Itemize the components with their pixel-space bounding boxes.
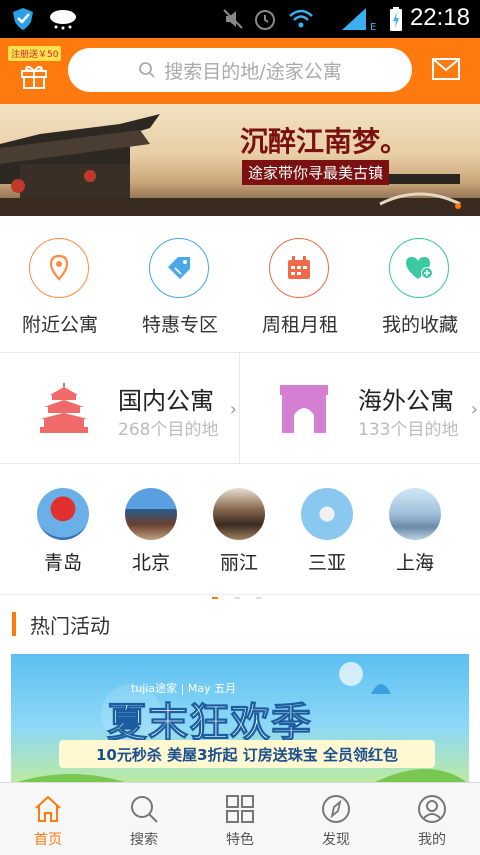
- quick-link-label: 我的收藏: [381, 314, 458, 336]
- tab-profile[interactable]: 我的: [384, 783, 480, 855]
- tab-label: 特色: [226, 832, 254, 848]
- domestic-apartments-card[interactable]: 国内公寓 268个目的地 ›: [0, 353, 240, 463]
- city-thumbnail: [389, 488, 441, 540]
- mail-icon[interactable]: [432, 58, 460, 80]
- hot-activities-section: 热门活动: [0, 594, 480, 654]
- quick-link-label: 周租月租: [261, 314, 338, 336]
- city-item-qingdao[interactable]: 青岛: [19, 488, 107, 575]
- tab-discover[interactable]: 发现: [288, 783, 384, 855]
- gift-icon: [21, 65, 47, 89]
- quick-link-nearby[interactable]: 附近公寓: [0, 216, 120, 352]
- tab-featured[interactable]: 特色: [192, 783, 288, 855]
- promo-banner[interactable]: 沉醉江南梦。 途家带你寻最美古镇: [0, 104, 480, 216]
- city-item-lijiang[interactable]: 丽江: [195, 488, 283, 575]
- quick-link-weekly-monthly[interactable]: 周租月租: [240, 216, 360, 352]
- tab-home[interactable]: 首页: [0, 783, 96, 855]
- battery-icon: [390, 7, 402, 31]
- region-title: 国内公寓: [118, 387, 214, 415]
- quick-links: 附近公寓 特惠专区 周租月租 我的收藏: [0, 216, 480, 353]
- city-label: 青岛: [43, 552, 82, 574]
- tab-label: 首页: [34, 832, 62, 848]
- tab-label: 我的: [418, 832, 446, 848]
- tab-search[interactable]: 搜索: [96, 783, 192, 855]
- quick-link-label: 附近公寓: [21, 314, 98, 336]
- arc-de-triomphe-icon: [280, 385, 328, 433]
- home-icon: [35, 795, 61, 822]
- app-header: 注册送￥50 搜索目的地/途家公寓: [0, 38, 480, 104]
- clock-time: 22:18: [409, 4, 470, 31]
- search-icon: [139, 62, 155, 78]
- gift-badge: 注册送￥50: [8, 46, 62, 61]
- signal-icon: E: [342, 8, 376, 32]
- city-label: 三亚: [307, 552, 346, 574]
- section-accent-bar: [12, 612, 16, 636]
- quick-link-deals[interactable]: 特惠专区: [120, 216, 240, 352]
- city-item-beijing[interactable]: 北京: [107, 488, 195, 575]
- heart-plus-icon: [389, 238, 449, 298]
- calendar-icon: [269, 238, 329, 298]
- banner-title: 沉醉江南梦。: [240, 125, 409, 158]
- alarm-icon: [255, 10, 275, 30]
- city-label: 北京: [131, 552, 170, 574]
- city-carousel: 青岛 北京 丽江 三亚 上海: [0, 464, 480, 599]
- compass-icon: [322, 795, 350, 823]
- city-item-sanya[interactable]: 三亚: [283, 488, 371, 575]
- search-input[interactable]: 搜索目的地/途家公寓: [68, 48, 412, 92]
- wifi-icon: [289, 9, 313, 28]
- tab-label: 搜索: [130, 832, 158, 848]
- promo-strip: 10元秒杀 美屋3折起 订房送珠宝 全员领红包: [59, 740, 435, 768]
- city-item-shanghai[interactable]: 上海: [371, 488, 459, 575]
- location-pin-icon: [29, 238, 89, 298]
- svg-text:E: E: [370, 22, 376, 32]
- city-thumbnail: [125, 488, 177, 540]
- quick-link-label: 特惠专区: [141, 314, 218, 336]
- region-count: 133个目的地: [358, 420, 459, 440]
- section-title: 热门活动: [30, 614, 110, 638]
- search-placeholder: 搜索目的地/途家公寓: [164, 60, 342, 83]
- city-label: 上海: [395, 552, 434, 574]
- weather-snow-icon: [50, 10, 76, 30]
- city-thumbnail: [213, 488, 265, 540]
- temple-of-heaven-icon: [40, 383, 88, 433]
- region-selector: 国内公寓 268个目的地 › 海外公寓 133个目的地 ›: [0, 353, 480, 464]
- gift-button[interactable]: 注册送￥50: [8, 44, 62, 98]
- mute-icon: [223, 9, 243, 29]
- status-bar: E 22:18: [0, 0, 480, 38]
- tab-label: 发现: [322, 832, 350, 848]
- price-tag-icon: [149, 238, 209, 298]
- shield-app-icon: [13, 8, 33, 30]
- region-count: 268个目的地: [118, 420, 219, 440]
- banner-subtitle: 途家带你寻最美古镇: [242, 160, 390, 185]
- profile-icon: [418, 795, 446, 823]
- search-icon: [131, 796, 158, 823]
- city-thumbnail: [37, 488, 89, 540]
- promo-card[interactable]: tujia途家 | May 五月 夏末狂欢季 10元秒杀 美屋3折起 订房送珠宝…: [11, 654, 469, 784]
- overseas-apartments-card[interactable]: 海外公寓 133个目的地 ›: [240, 353, 480, 463]
- grid-icon: [226, 795, 254, 823]
- quick-link-favorites[interactable]: 我的收藏: [360, 216, 480, 352]
- city-thumbnail: [301, 488, 353, 540]
- region-title: 海外公寓: [358, 387, 454, 415]
- city-label: 丽江: [219, 552, 258, 574]
- bottom-tab-bar: 首页 搜索 特色 发现 我的: [0, 782, 480, 855]
- chevron-right-icon: ›: [470, 399, 478, 420]
- chevron-right-icon: ›: [229, 399, 237, 420]
